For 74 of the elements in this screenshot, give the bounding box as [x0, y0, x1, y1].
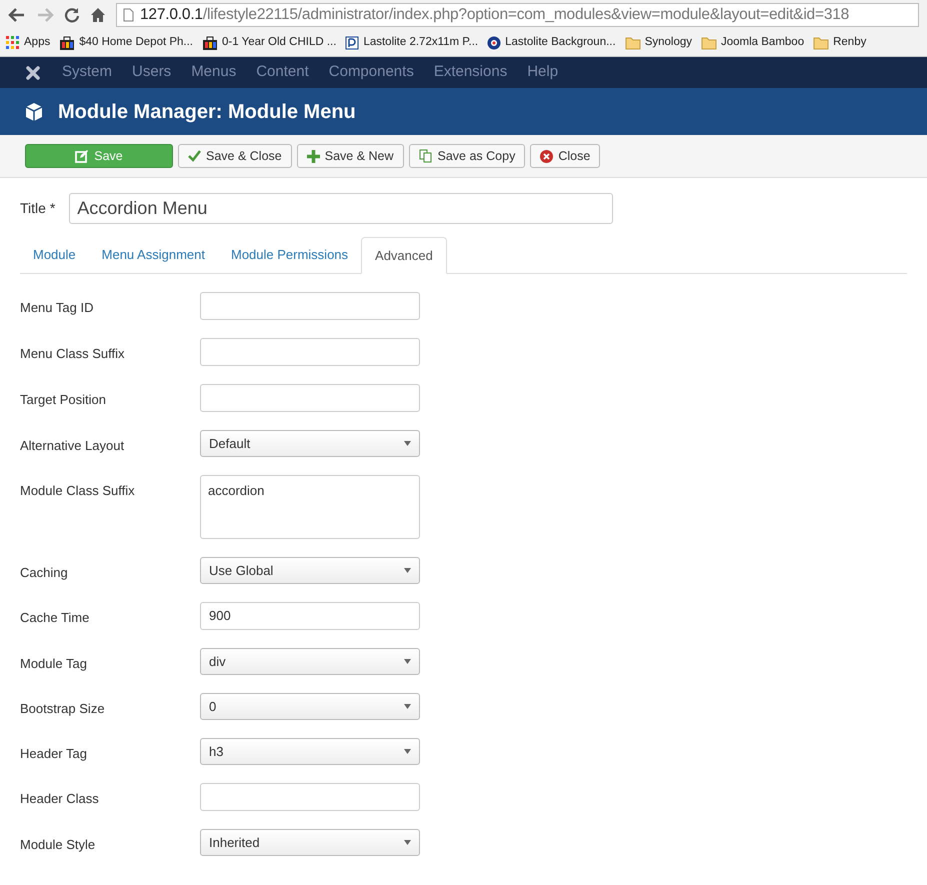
caret-icon	[404, 704, 411, 709]
field-label: Header Tag	[20, 745, 88, 763]
tab[interactable]: Advanced	[361, 237, 447, 274]
plus-icon	[306, 150, 320, 162]
page-icon	[123, 8, 134, 22]
input-field[interactable]	[200, 292, 420, 320]
menu-item[interactable]: Menus	[191, 61, 236, 84]
close-icon	[540, 150, 554, 162]
field-label: Module Style	[20, 836, 96, 854]
input-field[interactable]	[200, 783, 420, 811]
toolbar-button[interactable]: Close	[530, 144, 600, 168]
dropdown[interactable]: Default	[200, 430, 420, 457]
input-field[interactable]: 900	[200, 602, 420, 630]
toolbar-button[interactable]: Save as Copy	[408, 144, 526, 168]
menu-item[interactable]: System	[62, 61, 112, 84]
edit-icon	[75, 150, 88, 162]
back-icon[interactable]	[8, 7, 26, 23]
reload-icon[interactable]	[64, 7, 80, 23]
tab[interactable]: Module	[20, 237, 89, 273]
bookmark-link[interactable]: Lastolite Backgroun...	[505, 34, 616, 52]
field-label: Alternative Layout	[20, 437, 126, 455]
menu-item[interactable]: Extensions	[434, 61, 508, 84]
caret-icon	[404, 749, 411, 754]
field-label: Module Tag	[20, 655, 88, 673]
cube-icon	[24, 102, 44, 122]
field-label: Bootstrap Size	[20, 700, 106, 718]
shopping-bag-icon[interactable]	[59, 36, 76, 50]
joomla-logo-icon[interactable]	[24, 64, 42, 82]
dropdown[interactable]: Use Global	[200, 557, 420, 584]
tab[interactable]: Module Permissions	[218, 237, 362, 273]
input-field[interactable]	[200, 384, 420, 412]
input-field[interactable]	[200, 338, 420, 366]
bookmark-link[interactable]: Lastolite 2.72x11m P...	[363, 34, 478, 52]
field-label: Title *	[20, 199, 56, 218]
url-text: 127.0.0.1/lifestyle22115/administrator/index.php?option=com_modules&view=module&layout=edit&id=318	[140, 5, 850, 26]
toolbar-button[interactable]: Save & Close	[178, 144, 292, 168]
bookmark-link[interactable]: $40 Home Depot Ph...	[79, 34, 194, 52]
field-label: Target Position	[20, 391, 107, 409]
text-area[interactable]: accordion	[200, 475, 420, 539]
page-title: Module Manager: Module Menu	[58, 100, 356, 124]
field-label: Cache Time	[20, 609, 90, 627]
caret-icon	[404, 840, 411, 845]
caret-icon	[404, 659, 411, 664]
shopping-bag-icon[interactable]	[202, 36, 218, 50]
copy-icon	[418, 149, 433, 163]
caret-icon	[404, 568, 411, 573]
field-label: Menu Tag ID	[20, 299, 94, 317]
document-icon[interactable]	[345, 36, 360, 50]
title-field[interactable]: Accordion Menu	[69, 193, 614, 224]
bookmark-link[interactable]: Renby	[833, 34, 866, 52]
menu-item[interactable]: Users	[132, 61, 172, 84]
menu-item[interactable]: Content	[256, 61, 309, 84]
bookmark-link[interactable]: Apps	[24, 34, 50, 52]
globe-icon[interactable]	[487, 36, 502, 50]
menu-item[interactable]: Components	[328, 61, 414, 84]
grid-icon[interactable]	[6, 36, 20, 50]
check-icon	[188, 150, 201, 162]
bookmark-link[interactable]: Joomla Bamboo	[721, 34, 804, 52]
field-label: Menu Class Suffix	[20, 345, 126, 363]
field-label: Caching	[20, 564, 69, 582]
tab[interactable]: Menu Assignment	[88, 237, 218, 273]
bookmark-link[interactable]: Synology	[644, 34, 692, 52]
dropdown[interactable]: h3	[200, 738, 420, 765]
field-label: Module Class Suffix	[20, 482, 136, 500]
menu-item[interactable]: Help	[527, 61, 558, 84]
toolbar-button[interactable]: Save & New	[296, 144, 404, 168]
caret-icon	[404, 441, 411, 446]
bookmark-link[interactable]: 0-1 Year Old CHILD ...	[222, 34, 336, 52]
dropdown[interactable]: 0	[200, 693, 420, 720]
field-label: Header Class	[20, 790, 100, 808]
dropdown[interactable]: Inherited	[200, 829, 420, 856]
dropdown[interactable]: div	[200, 648, 420, 675]
address-bar[interactable]: 127.0.0.1/lifestyle22115/administrator/index.php?option=com_modules&view=module&layout=edit&id=318	[116, 3, 919, 27]
home-icon[interactable]	[90, 7, 106, 23]
